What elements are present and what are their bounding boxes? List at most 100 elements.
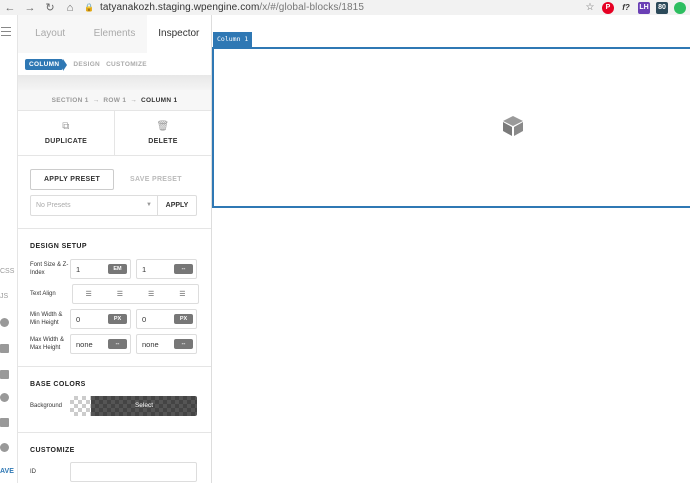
text-align-label: Text Align: [30, 291, 56, 297]
min-size-label: Min Width & Min Height: [30, 312, 63, 326]
breadcrumb-row[interactable]: ROW 1: [103, 97, 126, 104]
max-width-value: none: [76, 339, 93, 349]
max-width-unit[interactable]: --: [108, 339, 127, 349]
home-icon[interactable]: ⌂: [60, 2, 80, 14]
align-right-icon[interactable]: ☰: [136, 285, 167, 303]
rail-css[interactable]: CSS: [0, 268, 14, 275]
customize: CUSTOMIZE ID: [18, 433, 211, 498]
save-preset-button[interactable]: SAVE PRESET: [130, 176, 182, 183]
base-colors-title: BASE COLORS: [30, 381, 86, 388]
duplicate-label: DUPLICATE: [44, 138, 88, 145]
inspector-subnav: COLUMN DESIGN CUSTOMIZE: [18, 53, 211, 75]
align-justify-icon[interactable]: ☰: [167, 285, 198, 303]
address-bar[interactable]: tatyanakozh.staging.wpengine.com/x/#/glo…: [100, 2, 364, 13]
evernote-icon[interactable]: [674, 1, 686, 14]
z-index-value: 1: [142, 264, 147, 274]
back-icon[interactable]: ←: [0, 2, 20, 14]
subnav-customize[interactable]: CUSTOMIZE: [106, 61, 147, 68]
font-size-unit[interactable]: EM: [108, 264, 127, 274]
browser-toolbar: ← → ↻ ⌂ 🔒 tatyanakozh.staging.wpengine.c…: [0, 0, 690, 15]
color-select-button[interactable]: Select: [91, 396, 197, 416]
tab-layout[interactable]: Layout: [18, 15, 82, 53]
max-width-input[interactable]: none --: [70, 334, 131, 354]
id-label: ID: [30, 469, 36, 475]
min-height-value: 0: [142, 314, 147, 324]
align-left-icon[interactable]: ☰: [73, 285, 104, 303]
color-preview: [70, 396, 91, 416]
design-setup: DESIGN SETUP Font Size & Z-Index 1 EM 1 …: [18, 229, 211, 367]
id-field[interactable]: [70, 462, 197, 482]
breadcrumb-sep: →: [130, 96, 138, 104]
lh-icon[interactable]: LH: [638, 1, 650, 14]
background-label: Background: [30, 403, 63, 409]
customize-title: CUSTOMIZE: [30, 447, 75, 454]
tab-inspector[interactable]: Inspector: [146, 15, 211, 53]
inspector-panel: Layout Elements Inspector COLUMN DESIGN …: [18, 15, 212, 483]
circle-icon[interactable]: [0, 393, 9, 402]
delete-label: DELETE: [148, 138, 178, 145]
url-host: tatyanakozh.staging.wpengine.com: [99, 2, 260, 13]
min-width-unit[interactable]: PX: [108, 314, 127, 324]
z-index-unit[interactable]: --: [174, 264, 193, 274]
gear-icon[interactable]: [0, 443, 9, 452]
device-icon[interactable]: [0, 418, 9, 427]
background-color-picker[interactable]: Select: [70, 396, 197, 416]
min-height-input[interactable]: 0 PX: [136, 309, 197, 329]
f-icon[interactable]: f?: [620, 2, 632, 14]
preset-select[interactable]: No Presets ▼: [30, 195, 158, 216]
menu-icon[interactable]: [1, 27, 11, 39]
text-align-group: ☰ ☰ ☰ ☰: [72, 284, 199, 304]
extensions-bar: ☆ P f? LH 80: [584, 0, 686, 15]
url-path: /x/#/global-blocks/1815: [259, 2, 364, 13]
column-1[interactable]: [212, 47, 690, 208]
duplicate-button[interactable]: ⧉ DUPLICATE: [18, 111, 114, 155]
max-size-label: Max Width & Max Height: [30, 337, 65, 351]
subnav-column[interactable]: COLUMN: [25, 58, 68, 71]
delete-button[interactable]: 🗑 DELETE: [114, 111, 211, 155]
rail-js[interactable]: JS: [0, 293, 8, 300]
align-center-icon[interactable]: ☰: [104, 285, 135, 303]
max-height-unit[interactable]: --: [174, 339, 193, 349]
apply-button[interactable]: APPLY: [158, 195, 197, 216]
breadcrumb-sep: →: [92, 96, 100, 104]
reload-icon[interactable]: ↻: [40, 1, 60, 14]
trash-icon: 🗑: [156, 121, 170, 132]
card-icon[interactable]: [0, 344, 9, 353]
max-height-input[interactable]: none --: [136, 334, 197, 354]
pinterest-icon[interactable]: P: [602, 1, 614, 14]
font-size-label: Font Size & Z-Index: [30, 262, 69, 276]
breadcrumb-section[interactable]: SECTION 1: [52, 97, 89, 104]
subnav-design[interactable]: DESIGN: [73, 61, 100, 68]
apply-preset-button[interactable]: APPLY PRESET: [30, 169, 114, 190]
base-colors: BASE COLORS Background Select: [18, 367, 211, 433]
presets: APPLY PRESET SAVE PRESET No Presets ▼ AP…: [18, 156, 211, 229]
save-button[interactable]: AVE: [0, 468, 14, 475]
element-actions: ⧉ DUPLICATE 🗑 DELETE: [18, 110, 211, 156]
column-tag[interactable]: Column 1: [213, 32, 253, 47]
font-size-input[interactable]: 1 EM: [70, 259, 131, 279]
min-height-unit[interactable]: PX: [174, 314, 193, 324]
app-rail: CSS JS AVE: [0, 15, 18, 483]
subnav-divider: [18, 75, 211, 90]
preview-canvas: Column 1: [212, 15, 690, 483]
star-icon[interactable]: ☆: [584, 2, 596, 14]
counter-icon[interactable]: 80: [656, 1, 668, 14]
breadcrumb: SECTION 1 → ROW 1 → COLUMN 1: [18, 90, 211, 110]
design-setup-title: DESIGN SETUP: [30, 243, 87, 250]
min-width-input[interactable]: 0 PX: [70, 309, 131, 329]
preset-select-value: No Presets: [36, 202, 71, 209]
copy-icon: ⧉: [62, 121, 70, 132]
cube-icon: [503, 116, 523, 136]
pages-icon[interactable]: [0, 370, 9, 379]
breadcrumb-current: COLUMN 1: [141, 96, 178, 104]
max-height-value: none: [142, 339, 159, 349]
z-index-input[interactable]: 1 --: [136, 259, 197, 279]
history-icon[interactable]: [0, 318, 9, 327]
font-size-value: 1: [76, 264, 81, 274]
lock-icon: 🔒: [84, 3, 94, 12]
forward-icon[interactable]: →: [20, 2, 40, 14]
min-width-value: 0: [76, 314, 81, 324]
panel-tabs: Layout Elements Inspector: [18, 15, 211, 53]
chevron-down-icon: ▼: [146, 202, 152, 208]
tab-elements[interactable]: Elements: [82, 15, 146, 53]
